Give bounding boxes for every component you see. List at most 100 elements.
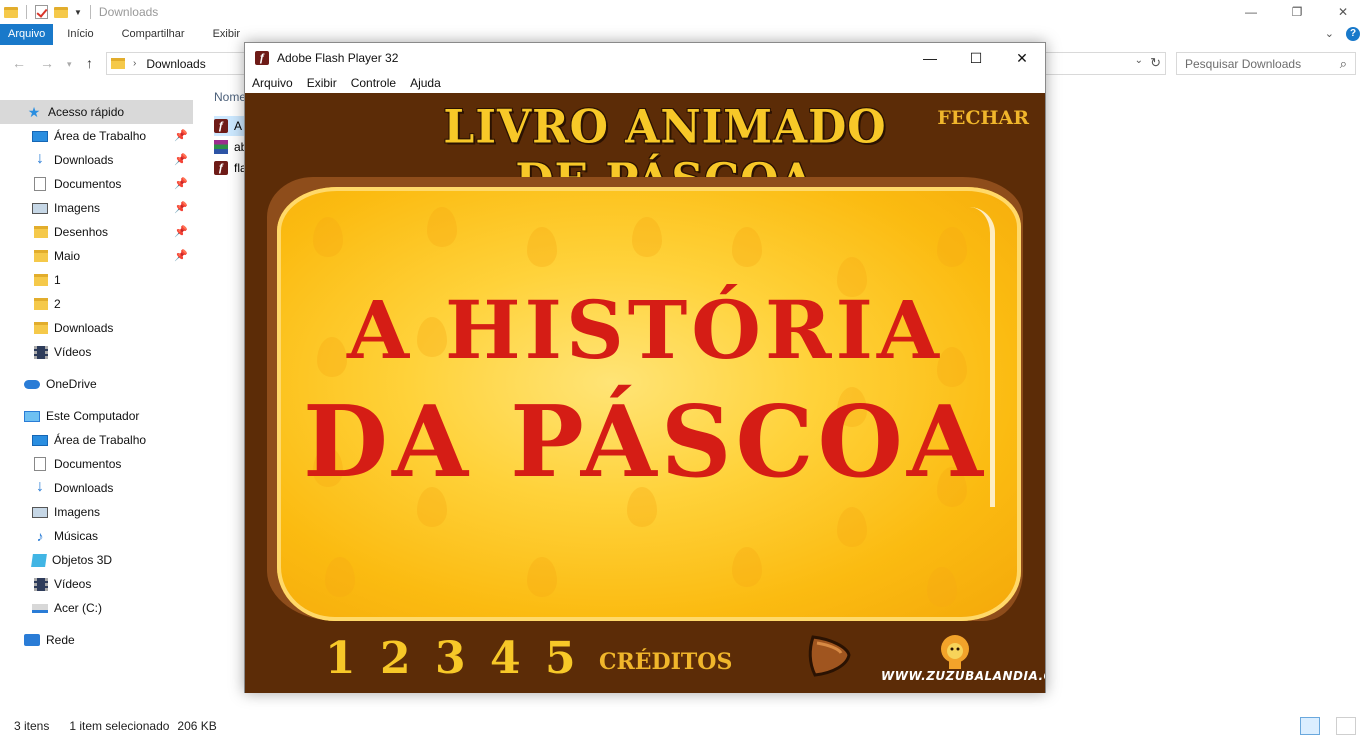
tab-inicio[interactable]: Início xyxy=(53,24,107,45)
cube-3d-icon xyxy=(31,553,47,567)
address-path[interactable]: Downloads xyxy=(146,57,205,71)
restore-button[interactable]: ❐ xyxy=(1274,0,1320,24)
page-2-button[interactable]: 2 xyxy=(380,633,435,684)
recent-locations-icon[interactable]: ▾ xyxy=(67,59,72,70)
nav-item-maio[interactable]: Maio 📌 xyxy=(0,244,196,268)
new-folder-icon[interactable] xyxy=(54,6,68,18)
nav-label: Downloads xyxy=(54,321,114,335)
pictures-icon xyxy=(32,506,48,518)
search-icon[interactable]: ⌕ xyxy=(1340,56,1347,72)
nav-pc-imagens[interactable]: Imagens xyxy=(0,500,196,524)
flash-window-controls: — ☐ ✕ xyxy=(907,43,1045,73)
forward-arrow-icon[interactable]: → xyxy=(40,55,54,71)
drive-icon xyxy=(32,603,48,613)
folder-icon xyxy=(34,298,48,310)
nav-item-documentos[interactable]: Documentos 📌 xyxy=(0,172,196,196)
menu-exibir[interactable]: Exibir xyxy=(300,76,344,90)
nav-pc-area-de-trabalho[interactable]: Área de Trabalho xyxy=(0,428,196,452)
pin-icon[interactable]: 📌 xyxy=(174,201,188,214)
back-arrow-icon[interactable]: ← xyxy=(12,55,26,71)
document-icon xyxy=(34,457,46,471)
refresh-icon[interactable]: ↻ xyxy=(1150,55,1161,71)
page-4-button[interactable]: 4 xyxy=(490,633,545,684)
network-icon xyxy=(24,634,40,646)
large-icons-view-icon[interactable] xyxy=(1336,717,1356,735)
egg-pattern xyxy=(527,227,557,267)
file-row[interactable]: ab xyxy=(214,137,247,157)
nav-label: Este Computador xyxy=(46,409,140,423)
details-view-icon[interactable] xyxy=(1300,717,1320,735)
credits-button[interactable]: CRÉDITOS xyxy=(599,649,732,675)
nav-network[interactable]: Rede xyxy=(0,628,196,652)
nav-label: Vídeos xyxy=(54,577,92,591)
folder-icon xyxy=(34,322,48,334)
nav-pc-downloads[interactable]: ↓ Downloads xyxy=(0,476,196,500)
headline-line-2: DA PÁSCOA xyxy=(303,385,987,500)
help-icon[interactable]: ? xyxy=(1346,27,1360,41)
nav-onedrive[interactable]: OneDrive xyxy=(0,372,196,396)
up-arrow-icon[interactable]: ↑ xyxy=(86,55,93,71)
tab-compartilhar[interactable]: Compartilhar xyxy=(108,24,199,45)
nav-item-downloads-folder[interactable]: Downloads xyxy=(0,316,196,340)
minimize-button[interactable]: — xyxy=(1228,0,1274,24)
close-book-button[interactable]: FECHAR xyxy=(937,107,1029,129)
nav-item-videos[interactable]: Vídeos xyxy=(0,340,196,364)
folder-icon xyxy=(34,226,48,238)
page-5-button[interactable]: 5 xyxy=(545,633,600,684)
maximize-button[interactable]: ☐ xyxy=(953,43,999,73)
nav-pc-documentos[interactable]: Documentos xyxy=(0,452,196,476)
nav-this-pc[interactable]: Este Computador xyxy=(0,404,196,428)
desktop-icon xyxy=(32,130,48,142)
flash-stage[interactable]: LIVRO ANIMADO DE PÁSCOA FECHAR xyxy=(245,93,1045,693)
column-header-name[interactable]: Nome xyxy=(214,90,246,104)
nav-item-2[interactable]: 2 xyxy=(0,292,196,316)
chevron-right-icon[interactable]: › xyxy=(133,58,136,69)
chevron-down-icon[interactable]: ⌄ xyxy=(1135,55,1143,66)
expand-ribbon-icon[interactable]: ⌄ xyxy=(1325,27,1334,41)
chevron-down-icon[interactable]: ▼ xyxy=(74,8,82,17)
nav-pc-videos[interactable]: Vídeos xyxy=(0,572,196,596)
egg-pattern xyxy=(927,567,957,607)
headline-line-1: A HISTÓRIA xyxy=(347,283,943,377)
egg-pattern xyxy=(732,227,762,267)
egg-pattern xyxy=(937,227,967,267)
nav-pc-drive-c[interactable]: Acer (C:) xyxy=(0,596,196,620)
nav-item-area-de-trabalho[interactable]: Área de Trabalho 📌 xyxy=(0,124,196,148)
nav-label: Imagens xyxy=(54,505,101,519)
page-3-button[interactable]: 3 xyxy=(435,633,490,684)
properties-icon[interactable] xyxy=(35,5,48,19)
pin-icon[interactable]: 📌 xyxy=(174,225,188,238)
website-label[interactable]: WWW.ZUZUBALANDIA.COM.BR xyxy=(881,669,1045,683)
item-count: 3 itens xyxy=(14,719,50,733)
nav-quick-access[interactable]: ★ Acesso rápido xyxy=(0,100,193,124)
nav-pc-objetos-3d[interactable]: Objetos 3D xyxy=(0,548,196,572)
nav-item-downloads[interactable]: ↓ Downloads 📌 xyxy=(0,148,196,172)
file-row[interactable]: ƒ fla xyxy=(214,158,247,178)
nav-label: Rede xyxy=(46,633,75,647)
pin-icon[interactable]: 📌 xyxy=(174,177,188,190)
menu-arquivo[interactable]: Arquivo xyxy=(245,76,300,90)
folder-icon[interactable] xyxy=(4,6,18,18)
video-icon xyxy=(34,345,48,359)
pin-icon[interactable]: 📌 xyxy=(174,129,188,142)
nav-item-desenhos[interactable]: Desenhos 📌 xyxy=(0,220,196,244)
nav-label: Vídeos xyxy=(54,345,92,359)
pin-icon[interactable]: 📌 xyxy=(174,153,188,166)
close-button[interactable]: ✕ xyxy=(1320,0,1366,24)
nav-pc-musicas[interactable]: ♪ Músicas xyxy=(0,524,196,548)
tab-arquivo[interactable]: Arquivo xyxy=(0,24,54,45)
page-1-button[interactable]: 1 xyxy=(325,633,380,684)
minimize-button[interactable]: — xyxy=(907,43,953,73)
next-arrow-icon[interactable] xyxy=(807,633,853,679)
pin-icon[interactable]: 📌 xyxy=(174,249,188,262)
nav-item-imagens[interactable]: Imagens 📌 xyxy=(0,196,196,220)
flash-file-icon: ƒ xyxy=(214,119,228,133)
egg-pattern xyxy=(632,217,662,257)
search-input[interactable]: Pesquisar Downloads ⌕ xyxy=(1176,52,1356,75)
nav-item-1[interactable]: 1 xyxy=(0,268,196,292)
menu-ajuda[interactable]: Ajuda xyxy=(403,76,448,90)
nav-label: Acesso rápido xyxy=(48,105,125,119)
menu-controle[interactable]: Controle xyxy=(344,76,403,90)
close-button[interactable]: ✕ xyxy=(999,43,1045,73)
nav-label: Objetos 3D xyxy=(52,553,113,567)
